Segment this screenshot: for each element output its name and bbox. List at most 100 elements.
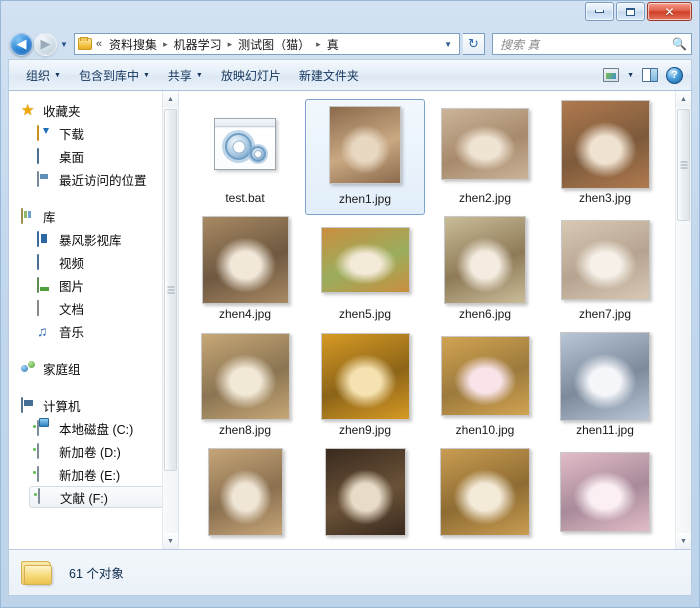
toolbar-item-slideshow[interactable]: 放映幻灯片 [212,63,290,88]
file-tile[interactable]: zhen3.jpg [545,99,665,215]
desktop-icon [37,147,53,165]
view-mode-dropdown-button[interactable]: ▼ [623,69,638,82]
sidebar-item-label: 最近访问的位置 [59,174,147,188]
scroll-down-arrow-icon[interactable]: ▼ [676,533,691,549]
sidebar-item-label: 音乐 [59,326,85,340]
file-tile[interactable] [305,447,425,549]
breadcrumb-item-0[interactable]: 资料搜集 [106,34,160,55]
maximize-button[interactable] [616,2,645,21]
sidebar-item-homegroup[interactable]: 家庭组 [9,357,178,380]
view-mode-button[interactable] [599,65,623,85]
chevron-down-icon: ▼ [142,71,150,79]
file-tile[interactable]: zhen8.jpg [185,331,305,447]
file-tile[interactable]: zhen2.jpg [425,99,545,215]
film-icon [37,230,53,248]
drive-icon [38,488,54,505]
help-icon: ? [666,66,683,84]
breadcrumb-item-2[interactable]: 测试图（猫） [235,34,313,55]
scrollbar-grip-icon [167,286,174,294]
sidebar-item-volume-e[interactable]: 新加卷 (E:) [9,463,178,486]
breadcrumb-overflow-icon[interactable]: « [96,38,104,50]
sidebar-item-local-disk-c[interactable]: 本地磁盘 (C:) [9,417,178,440]
scrollbar-grip-icon [680,161,687,169]
file-thumbnail-wrap [444,216,526,304]
cat-photo-thumbnail [320,227,410,293]
minimize-button[interactable] [585,2,614,21]
file-grid: test.bat zhen1.jpg zhen2.jpg zhen3.jpg zhen4… [179,91,676,549]
explorer-window: ✕ ◀ ▶ ▼ « 资料搜集 ▸ 机器学习 ▸ 测试图（猫） ▸ 真 ▼ ↻ 搜… [0,0,700,608]
close-button[interactable]: ✕ [647,2,692,21]
scroll-up-arrow-icon[interactable]: ▲ [676,91,691,107]
file-list-scrollbar[interactable]: ▲ ▼ [675,91,691,549]
sidebar-item-favorites[interactable]: ★ 收藏夹 [9,99,178,122]
breadcrumb-item-3[interactable]: 真 [324,34,342,55]
scroll-down-arrow-icon[interactable]: ▼ [163,533,178,549]
search-box[interactable]: 搜索 真 🔍 [492,33,692,55]
sidebar-item-volume-d[interactable]: 新加卷 (D:) [9,440,178,463]
toolbar-label: 放映幻灯片 [220,68,281,83]
cat-photo-thumbnail [560,220,650,300]
file-tile[interactable]: zhen11.jpg [545,331,665,447]
scroll-up-arrow-icon[interactable]: ▲ [163,91,178,107]
preview-pane-button[interactable] [638,65,662,85]
back-button[interactable]: ◀ [10,32,33,56]
help-button[interactable]: ? [662,64,687,87]
sidebar-item-documents[interactable]: 文档 [9,297,178,320]
sidebar-item-label: 下载 [59,128,85,142]
file-tile[interactable]: zhen1.jpg [305,99,425,215]
sidebar-item-videos[interactable]: 视频 [9,251,178,274]
refresh-button[interactable]: ↻ [463,33,485,55]
sidebar-item-libraries[interactable]: 库 [9,205,178,228]
recent-places-icon [37,170,53,188]
file-tile[interactable]: zhen9.jpg [305,331,425,447]
file-tile[interactable]: test.bat [185,99,305,215]
file-tile[interactable]: zhen6.jpg [425,215,545,331]
breadcrumb-separator-icon[interactable]: ▸ [227,39,234,50]
folder-icon [77,37,92,50]
toolbar-item-share[interactable]: 共享 ▼ [159,63,212,88]
file-name-label: zhen4.jpg [218,307,272,321]
chevron-down-icon: ▼ [627,71,634,79]
file-tile[interactable]: zhen7.jpg [545,215,665,331]
file-tile[interactable] [425,447,545,549]
forward-button[interactable]: ▶ [34,32,57,56]
file-tile[interactable] [185,447,305,549]
toolbar-item-new-folder[interactable]: 新建文件夹 [290,63,368,88]
toolbar-item-organize[interactable]: 组织 ▼ [17,63,70,88]
breadcrumb-item-1[interactable]: 机器学习 [171,34,225,55]
minimize-icon [595,10,604,13]
cat-photo-thumbnail [560,452,650,532]
sidebar-item-computer[interactable]: 计算机 [9,394,178,417]
navigation-pane-scrollbar[interactable]: ▲ ▼ [162,91,178,549]
cat-photo-thumbnail [560,99,650,189]
drive-icon [37,465,53,483]
sidebar-item-recent-places[interactable]: 最近访问的位置 [9,168,178,191]
file-name-label: zhen5.jpg [338,307,392,321]
breadcrumb-separator-icon[interactable]: ▸ [162,39,169,50]
scrollbar-track[interactable] [163,107,178,533]
file-tile[interactable]: zhen5.jpg [305,215,425,331]
toolbar-item-include-in-library[interactable]: 包含到库中 ▼ [70,63,159,88]
address-dropdown-icon[interactable]: ▼ [439,40,457,49]
nav-group-favorites: ★ 收藏夹 下载 桌面 最近访问的位置 [9,99,178,191]
file-thumbnail-wrap [560,331,650,421]
sidebar-item-desktop[interactable]: 桌面 [9,145,178,168]
file-tile[interactable]: zhen4.jpg [185,215,305,331]
scrollbar-thumb[interactable] [677,109,690,221]
cat-photo-thumbnail [200,332,290,420]
sidebar-item-pictures[interactable]: 图片 [9,274,178,297]
sidebar-item-music[interactable]: ♫ 音乐 [9,320,178,343]
file-name-label: zhen11.jpg [576,423,634,437]
scrollbar-thumb[interactable] [164,109,177,471]
history-dropdown-icon[interactable]: ▼ [58,40,70,49]
breadcrumb-separator-icon[interactable]: ▸ [315,39,322,50]
sidebar-item-downloads[interactable]: 下载 [9,122,178,145]
file-list-pane[interactable]: test.bat zhen1.jpg zhen2.jpg zhen3.jpg zhen4… [179,91,691,549]
address-bar[interactable]: « 资料搜集 ▸ 机器学习 ▸ 测试图（猫） ▸ 真 ▼ [73,33,460,55]
scrollbar-track[interactable] [676,107,691,533]
sidebar-item-baofeng-library[interactable]: 暴风影视库 [9,228,178,251]
file-tile[interactable]: zhen10.jpg [425,331,545,447]
sidebar-item-volume-f[interactable]: 文献 (F:) [29,486,170,508]
nav-group-computer: 计算机 本地磁盘 (C:) 新加卷 (D:) 新加卷 (E:) 文献 (F:) [9,394,178,508]
file-tile[interactable] [545,447,665,549]
